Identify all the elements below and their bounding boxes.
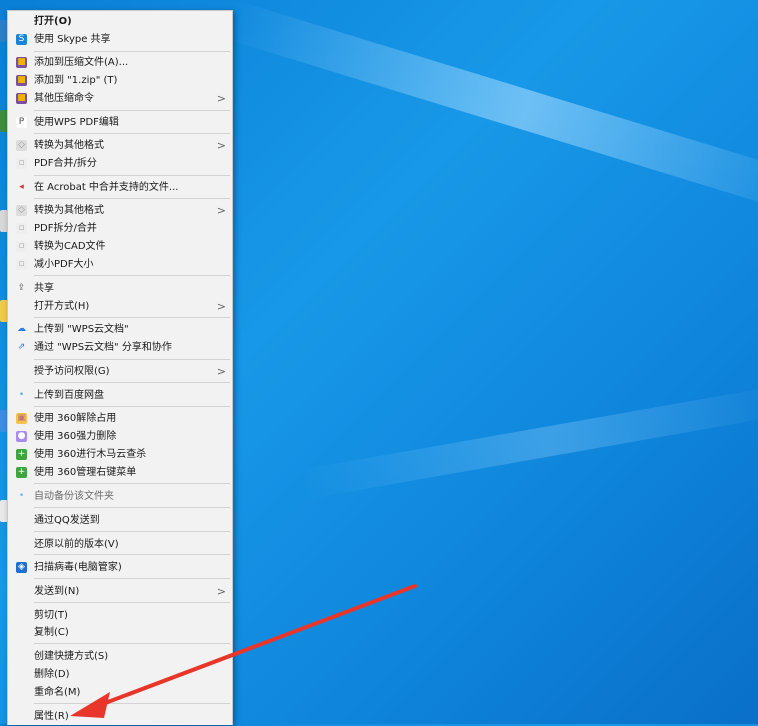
- annotation-arrow: [70, 584, 417, 718]
